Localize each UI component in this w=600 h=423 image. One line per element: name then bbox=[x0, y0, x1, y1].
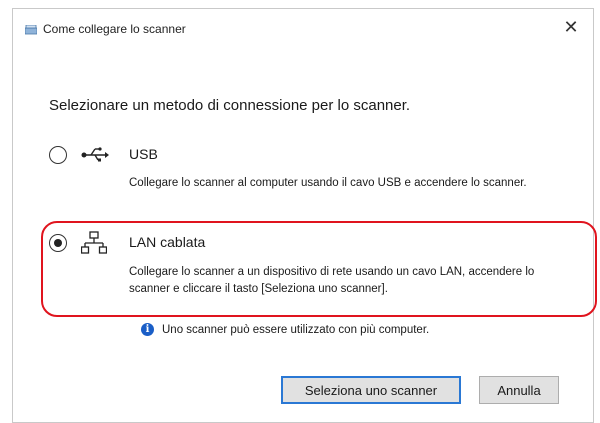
close-icon: ✕ bbox=[563, 16, 579, 37]
usb-icon bbox=[81, 147, 109, 162]
scanner-app-icon bbox=[25, 25, 37, 35]
option-usb-description: Collegare lo scanner al computer usando … bbox=[129, 177, 527, 189]
option-usb-label: USB bbox=[129, 146, 158, 162]
dialog-window: Come collegare lo scanner ✕ Selezionare … bbox=[12, 8, 597, 423]
cancel-button[interactable]: Annulla bbox=[479, 376, 559, 404]
network-icon bbox=[81, 231, 107, 254]
radio-usb[interactable] bbox=[49, 146, 67, 164]
select-scanner-button[interactable]: Seleziona uno scanner bbox=[281, 376, 461, 404]
info-note: i Uno scanner può essere utilizzato con … bbox=[141, 323, 429, 336]
title-bar: Come collegare lo scanner ✕ bbox=[13, 9, 593, 47]
info-note-text: Uno scanner può essere utilizzato con pi… bbox=[162, 323, 430, 336]
radio-lan[interactable] bbox=[49, 234, 67, 252]
window-title: Come collegare lo scanner bbox=[43, 22, 186, 36]
info-icon: i bbox=[141, 323, 154, 336]
close-button[interactable]: ✕ bbox=[549, 9, 593, 45]
option-lan-description: Collegare lo scanner a un dispositivo di… bbox=[129, 266, 535, 295]
connection-prompt: Selezionare un metodo di connessione per… bbox=[49, 97, 411, 114]
option-lan-label: LAN cablata bbox=[129, 234, 206, 250]
